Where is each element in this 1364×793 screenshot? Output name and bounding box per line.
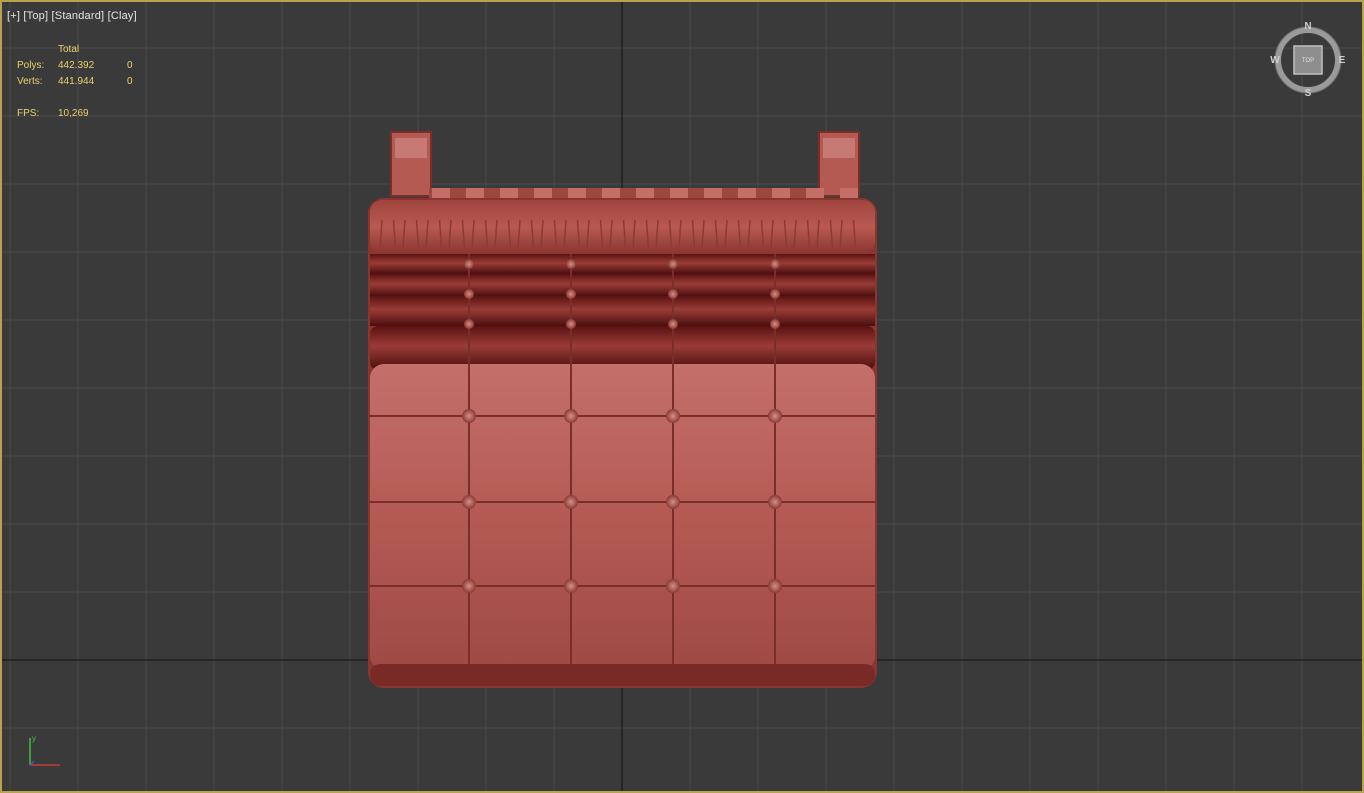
strap-tab (840, 188, 858, 198)
axis-tripod: y (29, 734, 60, 766)
stats-polys-total: 442.392 (58, 60, 95, 71)
strap-tab (670, 188, 688, 198)
tuft-button (566, 319, 576, 329)
stats-verts-label: Verts: (17, 76, 43, 87)
right-back-leg-top (823, 138, 855, 158)
left-back-leg-top (395, 138, 427, 158)
tuft-button (668, 289, 678, 299)
y-axis-label: y (32, 734, 36, 743)
stats-total-header: Total (58, 44, 80, 55)
stats-polys-label: Polys: (17, 60, 45, 71)
strap-tab (806, 188, 824, 198)
viewport-general-menu[interactable]: [+] (7, 10, 20, 22)
tuft-button (462, 409, 476, 423)
viewport-shading-menu[interactable]: [Clay] (108, 10, 137, 22)
viewcube-east-label[interactable]: E (1339, 55, 1346, 66)
tuft-button (564, 579, 578, 593)
tuft-button (668, 259, 678, 269)
tuft-button (564, 495, 578, 509)
strap-tab (466, 188, 484, 198)
top-viewport[interactable]: [+] [Top] [Standard] [Clay] Total Polys:… (0, 0, 1364, 793)
clay-ottoman-model[interactable] (2, 2, 1364, 793)
tuft-button (666, 409, 680, 423)
strap-tab (432, 188, 450, 198)
tuft-button (668, 319, 678, 329)
strap-tab (534, 188, 552, 198)
viewcube-west-label[interactable]: W (1270, 55, 1280, 66)
viewcube-face-label: TOP (1302, 58, 1314, 64)
viewcube[interactable]: TOP N S E W (1268, 20, 1348, 100)
tuft-button (768, 495, 782, 509)
roll-row-3 (370, 296, 875, 326)
viewport-point-of-view-menu[interactable]: [Top] (23, 10, 48, 22)
strap-tab (568, 188, 586, 198)
tuft-button (666, 495, 680, 509)
viewcube-south-label[interactable]: S (1305, 88, 1312, 99)
top-roll (370, 200, 875, 254)
stats-verts-selected: 0 (127, 76, 133, 87)
roll-row-1 (370, 254, 875, 274)
strap-tab (602, 188, 620, 198)
strap-tab (500, 188, 518, 198)
tuft-button (770, 289, 780, 299)
tuft-button (462, 495, 476, 509)
tuft-button (770, 319, 780, 329)
viewcube-north-label[interactable]: N (1304, 21, 1311, 32)
strap-tab (738, 188, 756, 198)
tuft-button (566, 289, 576, 299)
viewport-label-menu: [+] [Top] [Standard] [Clay] (7, 10, 137, 22)
roll-row-4 (370, 326, 875, 370)
tuft-button (666, 579, 680, 593)
tuft-button (464, 289, 474, 299)
strap-tab (704, 188, 722, 198)
tuft-button (564, 409, 578, 423)
front-edge (370, 664, 875, 686)
tuft-button (770, 259, 780, 269)
stats-polys-selected: 0 (127, 60, 133, 71)
stats-fps-value: 10,269 (58, 108, 89, 119)
strap-tab (772, 188, 790, 198)
tuft-button (462, 579, 476, 593)
stats-verts-total: 441.944 (58, 76, 95, 87)
roll-row-2 (370, 274, 875, 296)
viewport-per-view-preference-menu[interactable]: [Standard] (52, 10, 105, 22)
tuft-button (464, 259, 474, 269)
tuft-button (768, 579, 782, 593)
strap-tab (636, 188, 654, 198)
tuft-button (464, 319, 474, 329)
tufted-seat (370, 364, 875, 670)
tuft-button (768, 409, 782, 423)
stats-fps-label: FPS: (17, 108, 40, 119)
tuft-button (566, 259, 576, 269)
